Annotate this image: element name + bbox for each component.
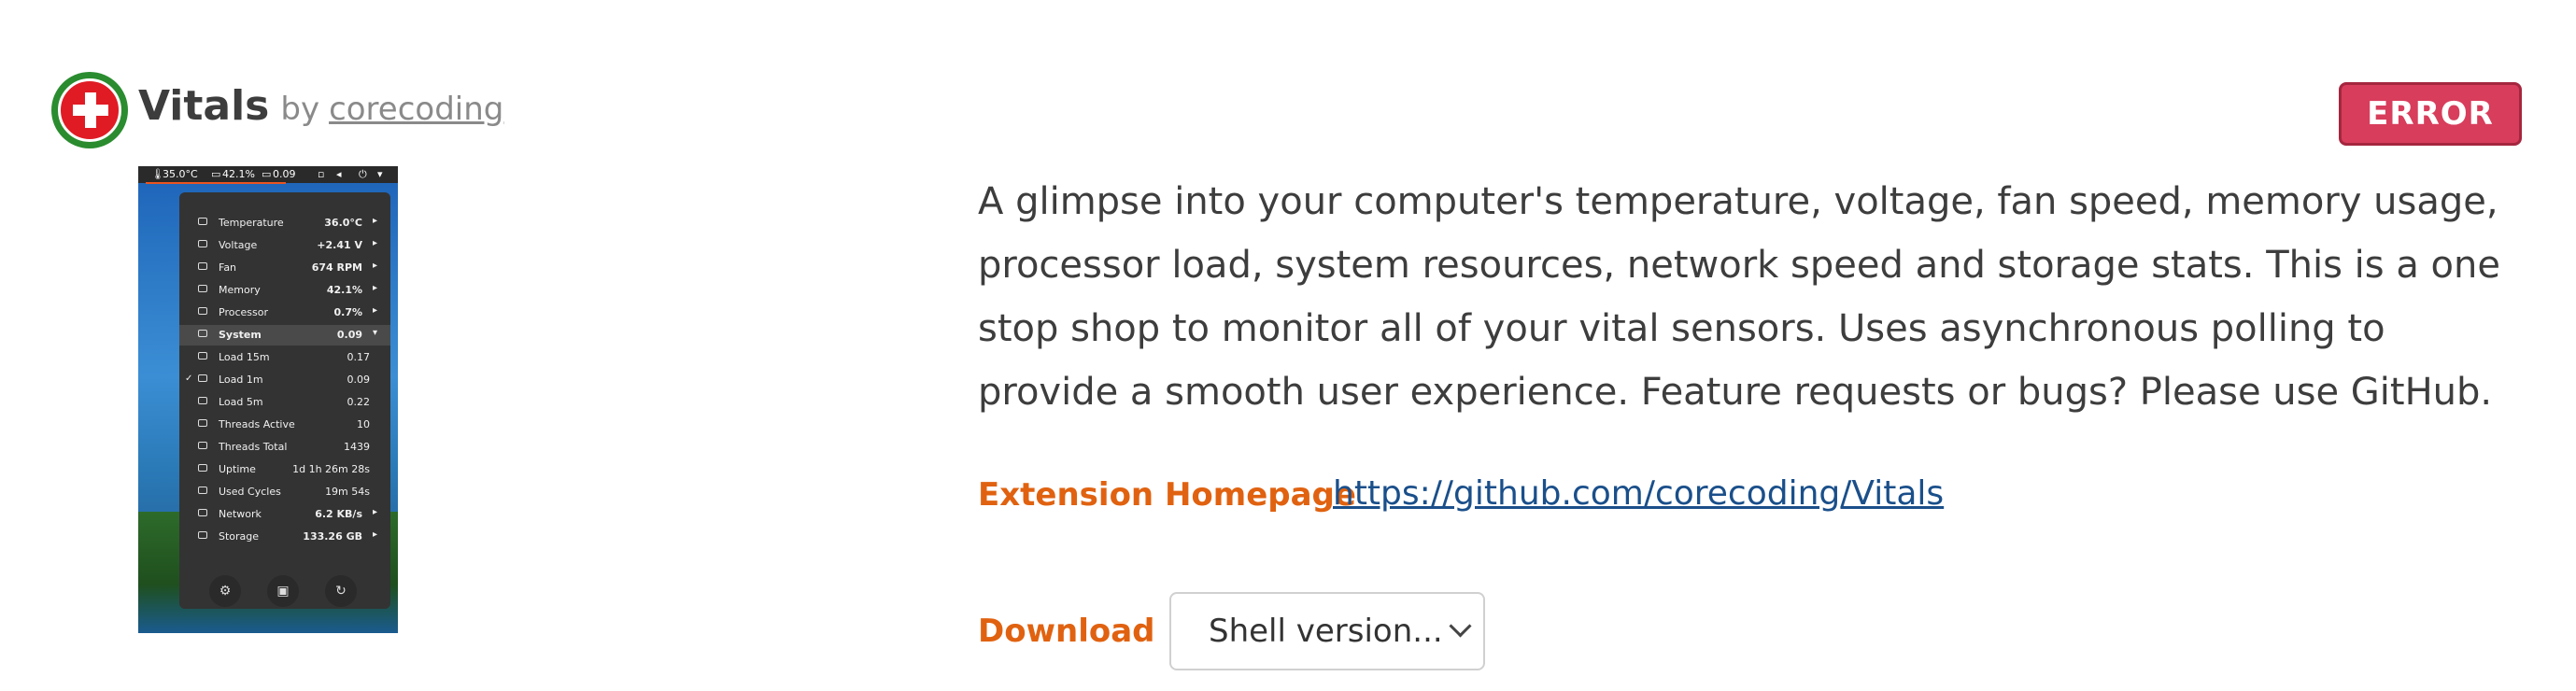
menu-row-selected: System 0.09 ▾ [179, 325, 390, 346]
monitor-icon [198, 419, 207, 427]
menu-row: Fan 674 RPM ▸ [179, 258, 390, 278]
menu-row: ✓ Load 1m 0.09 [185, 374, 370, 386]
shell-version-select[interactable]: Shell version... [1169, 592, 1485, 670]
gear-icon: ⚙ [209, 575, 241, 607]
shell-version-value: Shell version... [1209, 613, 1443, 650]
download-label: Download [978, 613, 1155, 650]
extension-name: Vitals [138, 82, 270, 130]
author-link[interactable]: corecoding [329, 91, 503, 128]
screenshot-topbar: 🌡 35.0°C ▭ 42.1% ▭ 0.09 ▫ ◂ ⏻ ▾ [138, 166, 398, 184]
monitor-icon [198, 397, 207, 404]
monitor-icon [198, 464, 207, 472]
voltage-icon [198, 240, 207, 247]
network-icon [198, 509, 207, 516]
monitor-icon [198, 442, 207, 449]
volume-icon: ◂ [336, 168, 342, 180]
menu-row: Uptime 1d 1h 26m 28s [179, 459, 390, 480]
title-row: Vitals by corecoding [138, 82, 503, 138]
processor-icon [198, 307, 207, 315]
monitor-icon [198, 330, 207, 337]
menu-row: Storage 133.26 GB ▸ [179, 527, 390, 547]
chevron-down-icon [1449, 614, 1472, 638]
check-icon: ✓ [185, 374, 193, 384]
monitor-icon [198, 374, 207, 382]
extension-screenshot[interactable]: 🌡 35.0°C ▭ 42.1% ▭ 0.09 ▫ ◂ ⏻ ▾ Temperat… [138, 166, 398, 633]
homepage-label: Extension Homepage [978, 476, 1356, 514]
extension-icon [51, 72, 128, 148]
monitor-icon: ▭ [262, 168, 272, 180]
power-icon: ⏻ [359, 168, 367, 180]
fan-icon [198, 262, 207, 270]
thermometer-icon [198, 218, 207, 225]
menu-row: Processor 0.7% ▸ [179, 303, 390, 323]
monitor-icon [198, 487, 207, 494]
screen-icon: ▫ [318, 168, 325, 180]
monitor-icon [198, 352, 207, 360]
extension-description: A glimpse into your computer's temperatu… [978, 180, 2500, 414]
chevron-down-icon: ▾ [377, 168, 383, 180]
topbar-temp: 35.0°C [163, 168, 198, 180]
vitals-dropdown-menu: Temperature 36.0°C ▸ Voltage +2.41 V ▸ Fan 67… [179, 192, 390, 609]
menu-row: Threads Active 10 [179, 415, 390, 435]
menu-row: Memory 42.1% ▸ [179, 280, 390, 301]
menu-row: Voltage +2.41 V ▸ [179, 235, 390, 256]
menu-row: Load 15m 0.17 [179, 347, 390, 368]
refresh-icon: ↻ [325, 575, 357, 607]
topbar-load: 0.09 [273, 168, 296, 180]
memory-icon: ▭ [211, 168, 221, 180]
by-label: by [280, 91, 320, 128]
menu-row: Load 5m 0.22 [179, 392, 390, 413]
topbar-memory: 42.1% [222, 168, 255, 180]
menu-row: Threads Total 1439 [179, 437, 390, 458]
monitor-app-icon: ▣ [267, 575, 299, 607]
menu-row: Network 6.2 KB/s ▸ [179, 504, 390, 525]
memory-icon [198, 285, 207, 292]
homepage-link[interactable]: https://github.com/corecoding/Vitals [1333, 474, 1944, 513]
storage-icon [198, 531, 207, 539]
menu-row: Used Cycles 19m 54s [179, 482, 390, 502]
error-button[interactable]: ERROR [2339, 82, 2522, 146]
menu-row: Temperature 36.0°C ▸ [179, 213, 390, 233]
